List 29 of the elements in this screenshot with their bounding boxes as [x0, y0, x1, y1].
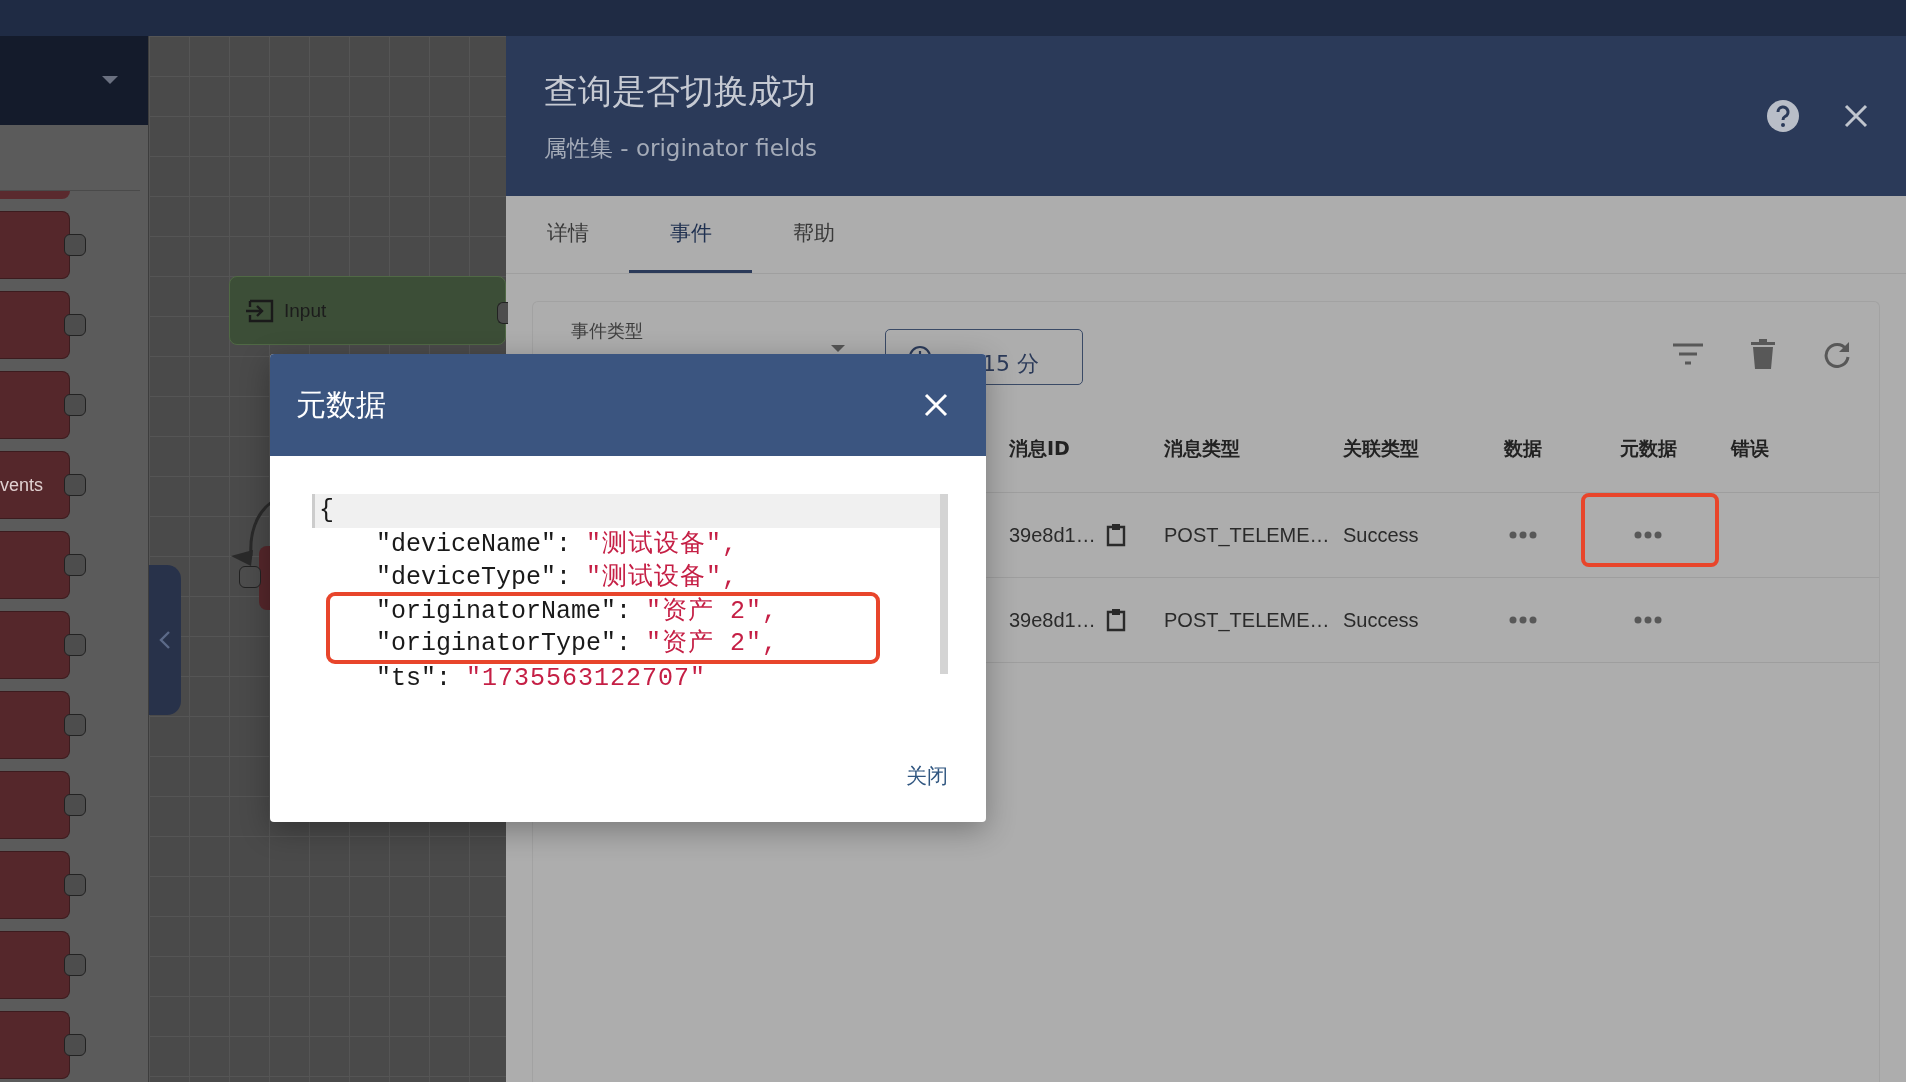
code-line: "deviceType": "测试设备",	[375, 562, 740, 594]
code-line: "originatorName": "资产 2",	[375, 596, 780, 628]
tab[interactable]: 详情	[506, 196, 629, 273]
tab[interactable]: 帮助	[752, 196, 875, 273]
dialog-title: 元数据	[296, 385, 386, 424]
column-header: 消息类型	[1164, 436, 1241, 461]
code-editor[interactable]: { "deviceName": "测试设备", "deviceType": "测试设备", "originatorName": "资产 2", "originatorType": "资产 2", "ts": "1735563122707"	[312, 494, 948, 700]
column-header: 错误	[1729, 436, 1770, 461]
column-header: 元数据	[1618, 436, 1678, 461]
event-type-select[interactable]: 事件类型	[571, 319, 861, 389]
node-label: vents	[0, 474, 44, 496]
table-cell-text: POST_TELEME…	[1164, 608, 1331, 632]
code-line: "originatorType": "资产 2",	[375, 628, 780, 660]
code-line: "deviceName": "测试设备",	[375, 529, 740, 561]
code-line: "ts": "1735563122707"	[375, 663, 708, 695]
column-header: 关联类型	[1343, 436, 1420, 461]
drawer-subtitle: 属性集 - originator fields	[544, 133, 818, 163]
drawer-title: 查询是否切换成功	[544, 69, 817, 113]
library-node[interactable]: vents	[0, 451, 70, 519]
code-line: {	[319, 496, 334, 525]
column-header: 消息ID	[1009, 436, 1071, 461]
table-cell: 39e8d1…	[1009, 523, 1096, 547]
table-cell-text: Success	[1343, 523, 1420, 547]
table-cell: 39e8d1…	[1009, 608, 1096, 632]
close-button[interactable]: 关闭	[894, 754, 960, 798]
table-cell-text: Success	[1343, 608, 1420, 632]
tab[interactable]: 事件	[629, 196, 752, 273]
column-header: 数据	[1503, 436, 1543, 461]
table-cell-text: POST_TELEME…	[1164, 523, 1331, 547]
